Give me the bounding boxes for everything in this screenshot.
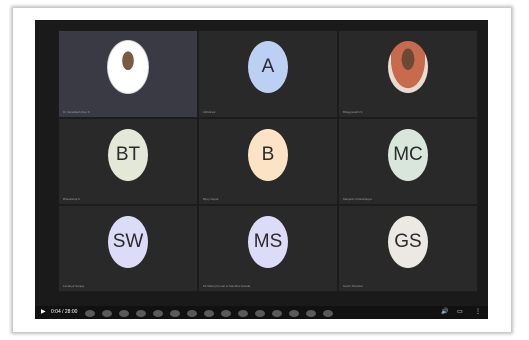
- participant-photo-avatar: [388, 41, 428, 94]
- participant-tile[interactable]: SW Lavanya Sanjay: [58, 205, 198, 292]
- participant-tile[interactable]: GS Gowri Shankar: [338, 205, 478, 292]
- video-player[interactable]: Dr Varadaiah Rao S A Abhishek Bhagyavath…: [35, 20, 488, 319]
- captions-icon[interactable]: ▭: [457, 308, 463, 315]
- participant-initials-avatar: BT: [108, 128, 148, 181]
- participant-initials-avatar: MC: [388, 128, 428, 181]
- participant-name: Abhishek: [203, 110, 216, 114]
- participant-name: Bijoy Gopal: [203, 197, 219, 201]
- participant-initials-avatar: SW: [108, 215, 148, 268]
- participant-name: Mr Manoj Kumar & Samitha Gowda: [203, 284, 251, 288]
- participant-grid: Dr Varadaiah Rao S A Abhishek Bhagyavath…: [58, 30, 478, 292]
- player-control-bar: ▶ 0:04 / 28:00 🔊 ▭ ⋮: [35, 306, 488, 319]
- participant-name: Dr Varadaiah Rao S: [63, 110, 90, 114]
- participant-photo-avatar: [107, 40, 149, 95]
- thumbnail[interactable]: [272, 310, 282, 317]
- participant-tile[interactable]: MS Mr Manoj Kumar & Samitha Gowda: [198, 205, 338, 292]
- participant-initials-avatar: A: [248, 41, 288, 94]
- screenshot-frame: Dr Varadaiah Rao S A Abhishek Bhagyavath…: [13, 8, 511, 332]
- participant-thumbnail-strip: [85, 310, 333, 317]
- participant-name: Gowri Shankar: [343, 284, 363, 288]
- participant-tile[interactable]: BT Bhaskarraj K: [58, 118, 198, 205]
- thumbnail[interactable]: [289, 310, 299, 317]
- participant-tile[interactable]: B Bijoy Gopal: [198, 118, 338, 205]
- participant-name: Bhagyavathi S: [343, 110, 363, 114]
- participant-initials-avatar: B: [248, 128, 288, 181]
- participant-tile[interactable]: A Abhishek: [198, 30, 338, 118]
- participant-name: Lavanya Sanjay: [63, 284, 85, 288]
- participant-initials-avatar: GS: [388, 215, 428, 268]
- participant-name: Manjesh Chandrappa: [343, 197, 372, 201]
- thumbnail[interactable]: [221, 310, 231, 317]
- participant-tile[interactable]: MC Manjesh Chandrappa: [338, 118, 478, 205]
- participant-tile[interactable]: Dr Varadaiah Rao S: [58, 30, 198, 118]
- more-vert-icon[interactable]: ⋮: [475, 308, 481, 315]
- thumbnail[interactable]: [136, 310, 146, 317]
- thumbnail[interactable]: [255, 310, 265, 317]
- thumbnail[interactable]: [170, 310, 180, 317]
- thumbnail[interactable]: [119, 310, 129, 317]
- thumbnail[interactable]: [85, 310, 95, 317]
- participant-tile[interactable]: Bhagyavathi S: [338, 30, 478, 118]
- thumbnail[interactable]: [102, 310, 112, 317]
- playback-time: 0:04 / 28:00: [51, 309, 78, 315]
- participant-name: Bhaskarraj K: [63, 197, 81, 201]
- thumbnail[interactable]: [153, 310, 163, 317]
- thumbnail[interactable]: [323, 310, 333, 317]
- thumbnail[interactable]: [238, 310, 248, 317]
- thumbnail[interactable]: [187, 310, 197, 317]
- thumbnail[interactable]: [306, 310, 316, 317]
- thumbnail[interactable]: [204, 310, 214, 317]
- volume-icon[interactable]: 🔊: [441, 308, 448, 315]
- play-icon[interactable]: ▶: [41, 308, 46, 315]
- participant-initials-avatar: MS: [248, 215, 288, 268]
